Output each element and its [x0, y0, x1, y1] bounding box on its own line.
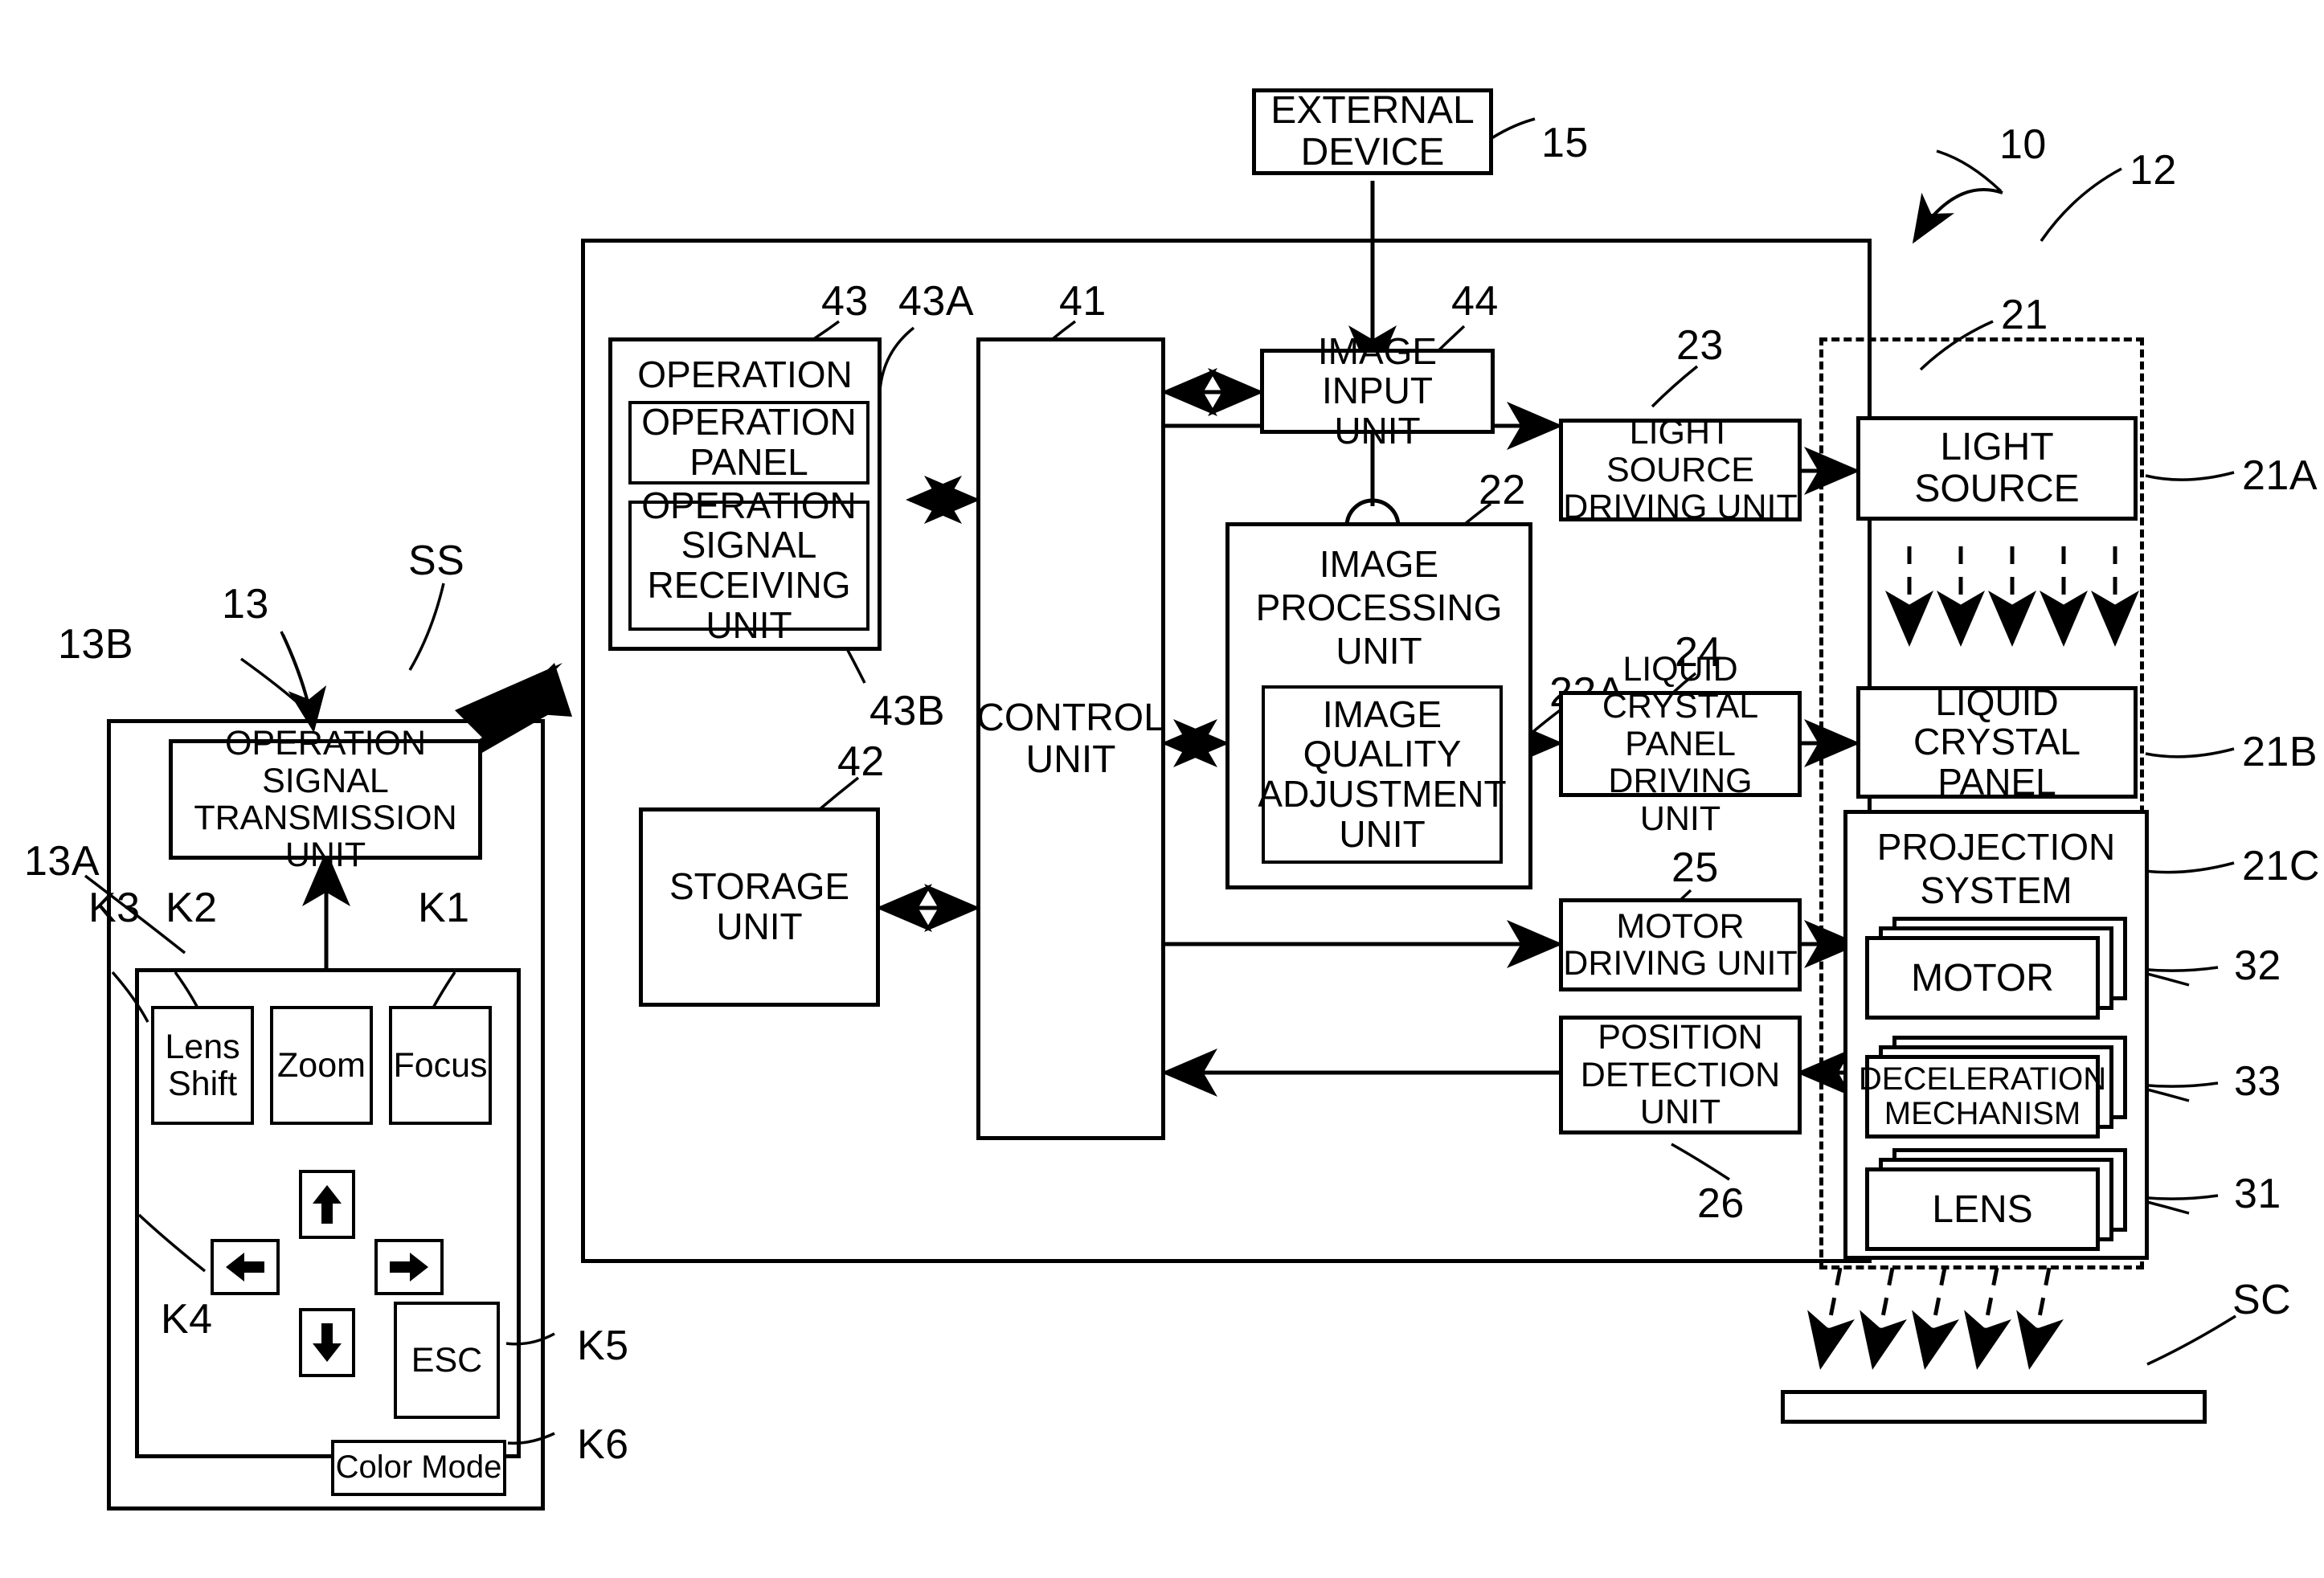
ref-SC: SC — [2232, 1277, 2292, 1323]
control-unit-label: CONTROL UNIT — [976, 696, 1165, 781]
figure-canvas: EXTERNAL DEVICE 15 12 10 OPERATION UNIT … — [0, 0, 2324, 1578]
button-color-mode-label: Color Mode — [335, 1449, 502, 1486]
operation-signal-transmission-label: OPERATION SIGNAL TRANSMISSION UNIT — [194, 724, 457, 875]
motor-label: MOTOR — [1911, 956, 2054, 1000]
button-zoom[interactable]: Zoom — [270, 1006, 373, 1125]
ref-25: 25 — [1671, 844, 1719, 891]
ref-43: 43 — [821, 278, 869, 325]
arrow-up-icon — [313, 1185, 342, 1224]
lens-label: LENS — [1932, 1188, 2033, 1231]
ref-43A: 43A — [898, 278, 975, 325]
ref-K4: K4 — [161, 1296, 213, 1343]
lcd-panel-driving-unit-label: LIQUID CRYSTAL PANEL DRIVING UNIT — [1602, 649, 1759, 838]
ref-42: 42 — [837, 738, 885, 785]
button-lens-shift-label: Lens Shift — [165, 1027, 240, 1103]
ref-K6: K6 — [577, 1421, 629, 1468]
light-source-driving-unit-box: LIGHT SOURCE DRIVING UNIT — [1559, 414, 1802, 525]
button-lens-shift[interactable]: Lens Shift — [151, 1006, 254, 1125]
motor-stack: MOTOR — [1865, 917, 2130, 1020]
ref-24: 24 — [1675, 629, 1722, 676]
ref-21: 21 — [2001, 292, 2048, 338]
operation-panel-label: OPERATION PANEL — [641, 401, 857, 483]
ref-32: 32 — [2234, 942, 2281, 989]
ref-K2: K2 — [166, 885, 218, 931]
ref-K3: K3 — [88, 885, 141, 931]
button-arrow-left[interactable] — [211, 1239, 280, 1295]
operation-unit-group: OPERATION UNIT OPERATION PANEL OPERATION… — [608, 337, 882, 651]
ref-22: 22 — [1479, 467, 1526, 513]
lcd-panel-driving-unit-box: LIQUID CRYSTAL PANEL DRIVING UNIT — [1559, 651, 1802, 837]
button-arrow-right[interactable] — [374, 1239, 444, 1295]
image-quality-adjustment-box: IMAGE QUALITY ADJUSTMENT UNIT — [1258, 685, 1507, 864]
light-source-box: LIGHT SOURCE — [1856, 416, 2138, 521]
ref-13A: 13A — [24, 838, 100, 885]
position-detection-unit-label: POSITION DETECTION UNIT — [1580, 1018, 1781, 1132]
image-processing-unit-title: IMAGE PROCESSING UNIT — [1255, 543, 1503, 672]
ref-43B: 43B — [869, 688, 946, 734]
external-device-box: EXTERNAL DEVICE — [1252, 88, 1493, 175]
ref-13: 13 — [222, 581, 269, 628]
ref-44: 44 — [1451, 278, 1499, 325]
button-color-mode[interactable]: Color Mode — [331, 1440, 506, 1496]
ref-K5: K5 — [577, 1322, 629, 1369]
liquid-crystal-panel-box: LIQUID CRYSTAL PANEL — [1856, 682, 2138, 802]
arrow-down-icon — [313, 1323, 342, 1362]
motor-driving-unit-label: MOTOR DRIVING UNIT — [1563, 906, 1798, 983]
projection-system-title: PROJECTION SYSTEM — [1876, 826, 2116, 911]
image-quality-adjustment-label: IMAGE QUALITY ADJUSTMENT UNIT — [1258, 693, 1507, 855]
ref-33: 33 — [2234, 1058, 2281, 1105]
projection-system-group: PROJECTION SYSTEM MOTOR DECELERATION MEC… — [1843, 810, 2149, 1260]
ref-10: 10 — [1999, 121, 2047, 168]
operation-signal-receiving-box: OPERATION SIGNAL RECEIVING UNIT — [628, 485, 869, 644]
ref-13B: 13B — [58, 621, 134, 668]
deceleration-mechanism-stack: DECELERATION MECHANISM — [1859, 1036, 2130, 1139]
button-focus-label: Focus — [393, 1045, 488, 1085]
light-source-label: LIGHT SOURCE — [1914, 426, 2080, 510]
motor-driving-unit-box: MOTOR DRIVING UNIT — [1559, 898, 1802, 991]
ref-12: 12 — [2130, 147, 2177, 194]
storage-unit-box: STORAGE UNIT — [639, 807, 880, 1007]
arrow-right-icon — [390, 1253, 428, 1282]
ref-21A: 21A — [2242, 452, 2318, 499]
button-esc[interactable]: ESC — [394, 1302, 500, 1419]
arrow-left-icon — [226, 1253, 264, 1282]
ref-31: 31 — [2234, 1171, 2281, 1217]
operation-panel-box: OPERATION PANEL — [628, 401, 869, 484]
liquid-crystal-panel-label: LIQUID CRYSTAL PANEL — [1913, 681, 2081, 803]
light-source-driving-unit-label: LIGHT SOURCE DRIVING UNIT — [1563, 413, 1798, 527]
position-detection-unit-box: POSITION DETECTION UNIT — [1559, 1016, 1802, 1134]
screen-bar — [1781, 1390, 2207, 1424]
ref-21C: 21C — [2242, 843, 2320, 889]
ref-23: 23 — [1676, 322, 1724, 369]
ref-15: 15 — [1541, 120, 1589, 166]
storage-unit-label: STORAGE UNIT — [669, 865, 850, 947]
ref-41: 41 — [1059, 278, 1107, 325]
image-input-unit-label: IMAGE INPUT UNIT — [1317, 329, 1438, 452]
operation-signal-transmission-box: OPERATION SIGNAL TRANSMISSION UNIT — [169, 725, 482, 874]
control-unit-box: CONTROL UNIT — [976, 337, 1165, 1140]
button-zoom-label: Zoom — [277, 1045, 366, 1085]
operation-signal-receiving-label: OPERATION SIGNAL RECEIVING UNIT — [641, 484, 857, 646]
button-arrow-down[interactable] — [299, 1308, 355, 1377]
button-esc-label: ESC — [411, 1340, 483, 1380]
ref-K1: K1 — [418, 885, 470, 931]
button-focus[interactable]: Focus — [389, 1006, 492, 1125]
ref-SS: SS — [408, 538, 465, 584]
ref-21B: 21B — [2242, 729, 2318, 775]
ref-26: 26 — [1697, 1180, 1745, 1227]
deceleration-mechanism-label: DECELERATION MECHANISM — [1858, 1061, 2107, 1131]
image-processing-unit-group: IMAGE PROCESSING UNIT IMAGE QUALITY ADJU… — [1225, 522, 1532, 889]
external-device-label: EXTERNAL DEVICE — [1270, 89, 1475, 174]
lens-stack: LENS — [1865, 1148, 2130, 1251]
button-arrow-up[interactable] — [299, 1170, 355, 1239]
image-input-unit-box: IMAGE INPUT UNIT — [1260, 331, 1495, 451]
